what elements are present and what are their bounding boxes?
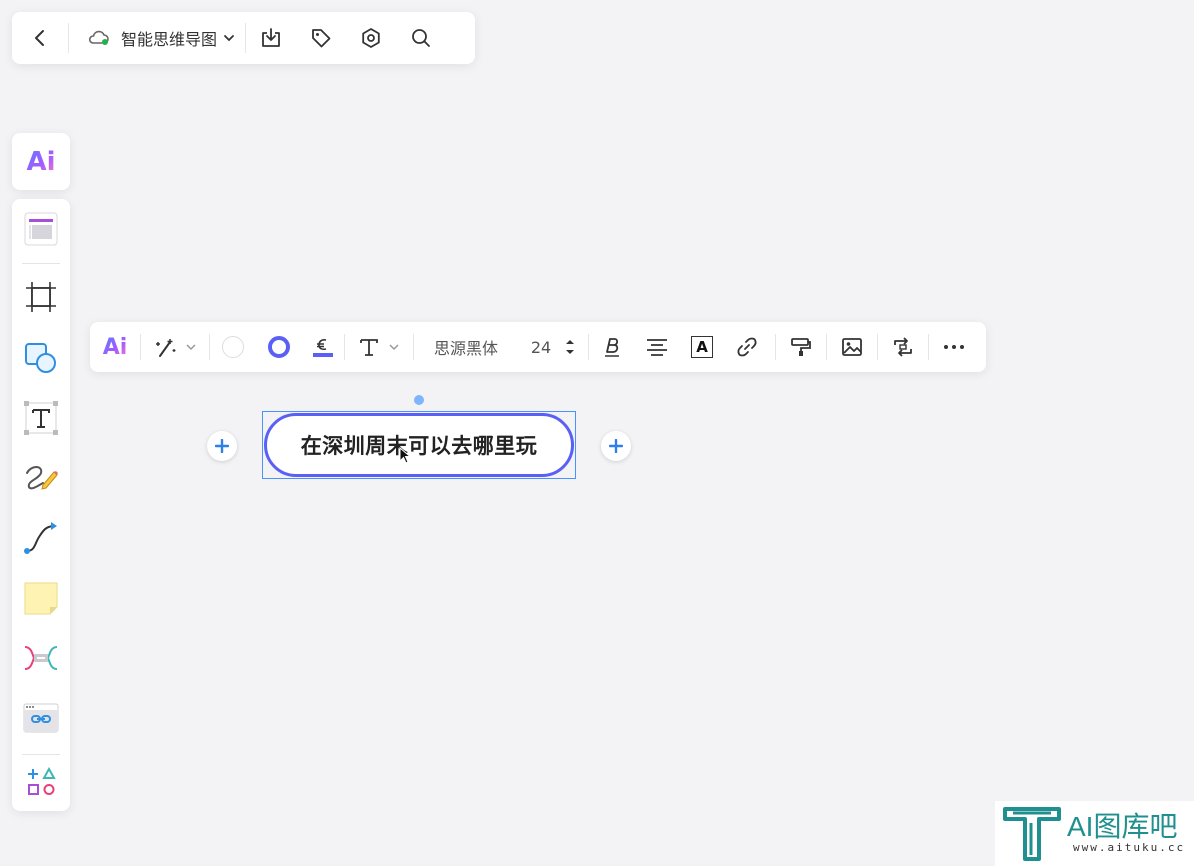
gear-icon	[362, 28, 380, 48]
chevron-down-icon	[389, 344, 399, 351]
connector-icon	[24, 522, 57, 554]
pen-tool[interactable]	[12, 453, 70, 503]
document-title: 智能思维导图	[121, 30, 218, 49]
text-style-icon	[360, 339, 378, 356]
swap-icon	[894, 337, 912, 357]
plus-icon	[215, 439, 229, 453]
format-toolbar: Ai 思源黑体 24 A	[90, 322, 986, 372]
left-toolbar	[12, 199, 70, 811]
sticky-note-tool[interactable]	[12, 573, 70, 623]
watermark-url: www.aituku.cc	[1073, 841, 1186, 854]
watermark-title: AI图库吧	[1067, 811, 1178, 842]
pen-icon	[26, 466, 58, 490]
bold-button[interactable]	[589, 322, 635, 372]
template-icon	[24, 212, 58, 246]
more-button[interactable]	[929, 322, 979, 372]
align-center-icon	[647, 339, 667, 356]
mouse-cursor-icon	[399, 447, 412, 464]
font-family-select[interactable]: 思源黑体	[414, 322, 518, 372]
divider	[22, 263, 60, 264]
document-title-dropdown[interactable]: 智能思维导图	[69, 12, 245, 64]
download-button[interactable]	[246, 12, 296, 64]
text-icon	[24, 401, 58, 435]
settings-button[interactable]	[346, 12, 396, 64]
insert-image-button[interactable]	[827, 322, 877, 372]
top-bar: 智能思维导图	[12, 12, 475, 64]
fill-color-button[interactable]	[210, 322, 256, 372]
ai-format-button[interactable]: Ai	[90, 322, 140, 372]
search-button[interactable]	[396, 12, 446, 64]
link-card-tool[interactable]	[12, 693, 70, 743]
sticky-note-icon	[24, 582, 58, 615]
chevron-down-icon	[224, 35, 234, 42]
chevron-down-icon	[186, 344, 196, 351]
frame-tool[interactable]	[12, 272, 70, 322]
node-text[interactable]: 在深圳周末可以去哪里玩	[301, 430, 538, 460]
format-painter-icon	[791, 338, 811, 356]
watermark: AI图库吧 www.aituku.cc	[995, 801, 1194, 866]
add-left-node-button[interactable]	[207, 431, 237, 461]
link-card-icon	[23, 703, 59, 733]
link-icon	[737, 337, 757, 357]
shape-icon	[25, 343, 56, 373]
search-icon	[412, 29, 430, 47]
text-tool[interactable]	[12, 393, 70, 443]
ai-format-label: Ai	[102, 334, 128, 360]
line-style-button[interactable]	[302, 322, 344, 372]
align-button[interactable]	[635, 322, 679, 372]
font-family-value: 思源黑体	[433, 339, 498, 358]
bold-italic-icon	[605, 338, 619, 357]
stepper-arrows-icon[interactable]	[565, 336, 575, 358]
download-icon	[262, 28, 280, 47]
divider	[22, 754, 60, 755]
text-color-swatch: A	[691, 336, 713, 358]
ai-assistant-button[interactable]: Ai	[12, 133, 70, 190]
shape-tool[interactable]	[12, 333, 70, 383]
ai-label: Ai	[26, 146, 56, 177]
text-color-label: A	[696, 338, 708, 356]
text-style-dropdown[interactable]	[345, 322, 413, 372]
style-magic-dropdown[interactable]	[141, 322, 209, 372]
watermark-logo-icon	[1003, 807, 1061, 861]
link-button[interactable]	[725, 322, 769, 372]
tag-button[interactable]	[296, 12, 346, 64]
connector-tool[interactable]	[12, 513, 70, 563]
more-shapes-tool[interactable]	[12, 757, 70, 807]
mindmap-tool[interactable]	[12, 633, 70, 683]
border-color-button[interactable]	[256, 322, 302, 372]
template-tool[interactable]	[12, 204, 70, 254]
image-icon	[842, 338, 862, 356]
plus-icon	[609, 439, 623, 453]
add-right-node-button[interactable]	[601, 431, 631, 461]
magic-wand-icon	[156, 339, 176, 357]
font-size-value: 24	[530, 337, 552, 357]
more-dots-icon	[944, 345, 964, 349]
fill-color-swatch	[222, 336, 244, 358]
frame-icon	[26, 282, 56, 312]
back-button[interactable]	[12, 12, 68, 64]
replace-shape-button[interactable]	[878, 322, 928, 372]
more-shapes-icon	[28, 767, 56, 795]
mindmap-icon	[24, 646, 58, 670]
cloud-icon	[88, 30, 109, 45]
line-style-icon	[313, 339, 333, 357]
border-color-swatch	[268, 336, 290, 358]
back-arrow-icon	[35, 30, 44, 46]
format-painter-button[interactable]	[776, 322, 826, 372]
text-color-button[interactable]: A	[679, 322, 725, 372]
font-size-stepper[interactable]: 24	[518, 322, 588, 372]
node-top-handle[interactable]	[414, 395, 424, 405]
tag-icon	[312, 29, 331, 48]
mindmap-root-node[interactable]: 在深圳周末可以去哪里玩	[264, 413, 574, 477]
